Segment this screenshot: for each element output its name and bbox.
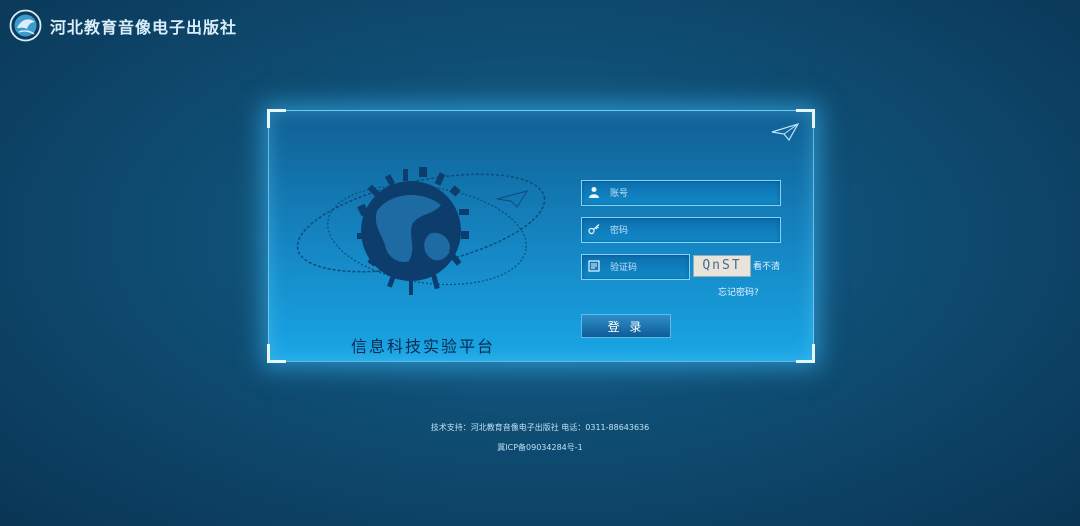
globe-illustration	[296, 167, 546, 295]
header-logo: 河北教育音像电子出版社	[9, 9, 237, 42]
paper-plane-icon	[771, 123, 799, 141]
corner-bottom-right	[796, 344, 815, 363]
forgot-password-link[interactable]: 忘记密码?	[718, 285, 759, 298]
user-icon	[589, 187, 599, 198]
footer-icp[interactable]: 冀ICP备09034284号-1	[0, 442, 1080, 453]
username-input[interactable]	[608, 181, 777, 207]
platform-title: 信息科技实验平台	[351, 337, 496, 356]
refresh-captcha-link[interactable]: 看不清	[753, 259, 780, 272]
captcha-image[interactable]: QnST	[693, 255, 751, 277]
publisher-name: 河北教育音像电子出版社	[50, 17, 238, 37]
captcha-input[interactable]	[608, 255, 688, 281]
publisher-logo-icon	[9, 9, 42, 42]
username-field	[581, 180, 781, 207]
footer-support: 技术支持：河北教育音像电子出版社 电话：0311-88643636	[430, 423, 650, 432]
login-panel: 信息科技实验平台 QnST 看不清 忘记密码? 登 录	[267, 109, 815, 363]
login-button[interactable]: 登 录	[581, 314, 671, 338]
corner-bottom-left	[267, 344, 286, 363]
captcha-field	[581, 254, 690, 281]
password-input[interactable]	[608, 218, 777, 244]
key-icon	[588, 224, 600, 235]
corner-top-left	[267, 109, 286, 128]
password-field	[581, 217, 781, 244]
captcha-icon	[588, 260, 600, 272]
